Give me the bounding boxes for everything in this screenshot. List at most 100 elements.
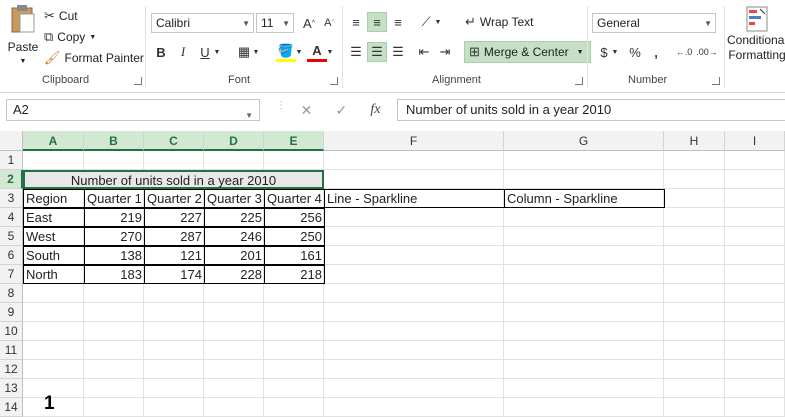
data-cell[interactable]: South <box>23 246 85 265</box>
grid-cell[interactable] <box>84 379 144 398</box>
grid-cell[interactable] <box>204 151 264 170</box>
orientation-dropdown-icon[interactable]: ▼ <box>433 12 443 32</box>
grid-cell[interactable] <box>504 341 664 360</box>
column-header-h[interactable]: H <box>664 131 725 151</box>
row-header-14[interactable]: 14 <box>0 398 23 417</box>
header-cell[interactable]: Quarter 4 <box>264 189 325 208</box>
grid-cell[interactable] <box>664 227 725 246</box>
data-cell[interactable]: North <box>23 265 85 284</box>
merge-center-button[interactable]: ⊞ Merge & Center ▼ <box>464 41 591 63</box>
grid-cell[interactable] <box>725 284 785 303</box>
grid-cell[interactable] <box>23 341 84 360</box>
grid-cell[interactable] <box>324 322 504 341</box>
decrease-indent-icon[interactable]: ⇤ <box>414 42 434 62</box>
grid-cell[interactable] <box>504 322 664 341</box>
grid-cell[interactable] <box>144 284 204 303</box>
header-cell[interactable]: Quarter 1 <box>84 189 145 208</box>
grid-cell[interactable] <box>725 341 785 360</box>
data-cell[interactable]: 227 <box>144 208 205 227</box>
row-header-9[interactable]: 9 <box>0 303 23 322</box>
font-color-icon[interactable]: A <box>307 42 327 62</box>
grid-cell[interactable] <box>264 379 324 398</box>
increase-decimal-icon[interactable]: ←.0 <box>674 42 694 62</box>
font-size-select[interactable]: 11 ▼ <box>256 13 294 33</box>
grid-cell[interactable] <box>504 379 664 398</box>
grid-cell[interactable] <box>725 208 785 227</box>
grid-cell[interactable] <box>324 398 504 417</box>
grid-cell[interactable] <box>664 265 725 284</box>
grid-cell[interactable] <box>504 246 664 265</box>
paste-dropdown-icon[interactable]: ▼ <box>20 58 27 65</box>
grid-cell[interactable] <box>204 341 264 360</box>
column-header-i[interactable]: I <box>725 131 785 151</box>
grid-cell[interactable] <box>23 360 84 379</box>
data-cell[interactable]: East <box>23 208 85 227</box>
data-cell[interactable]: 219 <box>84 208 145 227</box>
grid-cell[interactable] <box>664 360 725 379</box>
number-launcher-icon[interactable] <box>712 77 720 85</box>
grid-cell[interactable] <box>204 303 264 322</box>
column-header-e[interactable]: E <box>264 131 324 151</box>
align-left-icon[interactable]: ☰ <box>346 42 366 62</box>
grid-cell[interactable] <box>504 265 664 284</box>
grid-cell[interactable] <box>84 341 144 360</box>
grid-cell[interactable] <box>725 189 785 208</box>
column-header-g[interactable]: G <box>504 131 664 151</box>
grid-cell[interactable] <box>264 284 324 303</box>
grid-cell[interactable] <box>264 398 324 417</box>
row-header-1[interactable]: 1 <box>0 151 23 170</box>
data-cell[interactable]: 201 <box>204 246 265 265</box>
column-header-f[interactable]: F <box>324 131 504 151</box>
grid-cell[interactable] <box>324 360 504 379</box>
grid-cell[interactable] <box>725 227 785 246</box>
row-header-11[interactable]: 11 <box>0 341 23 360</box>
grid-cell[interactable] <box>144 360 204 379</box>
align-right-icon[interactable]: ☰ <box>388 42 408 62</box>
grid-cell[interactable] <box>144 398 204 417</box>
cut-button[interactable]: ✂ Cut <box>44 8 78 24</box>
grid-cell[interactable] <box>725 322 785 341</box>
grid-cell[interactable] <box>725 265 785 284</box>
grid-cell[interactable] <box>204 322 264 341</box>
data-cell[interactable]: 161 <box>264 246 325 265</box>
grid-cell[interactable] <box>23 303 84 322</box>
row-header-7[interactable]: 7 <box>0 265 23 284</box>
grid-cell[interactable] <box>664 284 725 303</box>
grid-cell[interactable] <box>264 303 324 322</box>
conditional-formatting-button[interactable]: Conditional Formatting <box>727 6 785 62</box>
grid-cell[interactable] <box>504 227 664 246</box>
grid-cell[interactable] <box>725 398 785 417</box>
select-all-corner[interactable] <box>0 131 23 151</box>
column-header-b[interactable]: B <box>84 131 144 151</box>
grid-cell[interactable] <box>84 303 144 322</box>
grid-cell[interactable] <box>264 360 324 379</box>
grid-cell[interactable] <box>504 208 664 227</box>
number-format-select[interactable]: General ▼ <box>592 13 716 33</box>
row-header-8[interactable]: 8 <box>0 284 23 303</box>
alignment-launcher-icon[interactable] <box>575 77 583 85</box>
grid-cell[interactable] <box>504 151 664 170</box>
grid-cell[interactable] <box>664 379 725 398</box>
grid-cell[interactable] <box>725 360 785 379</box>
grid-cell[interactable] <box>23 151 84 170</box>
grid-cell[interactable] <box>664 170 725 189</box>
grid-cell[interactable] <box>204 360 264 379</box>
fill-color-icon[interactable]: 🪣 <box>276 42 296 62</box>
grid-cell[interactable] <box>324 227 504 246</box>
column-header-a[interactable]: A <box>23 131 84 151</box>
grid-cell[interactable] <box>144 303 204 322</box>
grid-cell[interactable] <box>725 246 785 265</box>
align-center-icon[interactable]: ☰ <box>367 42 387 62</box>
align-middle-icon[interactable]: ≡ <box>367 12 387 32</box>
line-sparkline-header[interactable]: Line - Sparkline <box>324 189 505 208</box>
grid-cell[interactable] <box>725 379 785 398</box>
grid-cell[interactable] <box>504 360 664 379</box>
grid-cell[interactable] <box>23 284 84 303</box>
grid-cell[interactable] <box>664 322 725 341</box>
grid-cell[interactable] <box>725 303 785 322</box>
grid-cell[interactable] <box>504 170 664 189</box>
clipboard-launcher-icon[interactable] <box>134 77 142 85</box>
grid-cell[interactable] <box>144 151 204 170</box>
header-cell[interactable]: Region <box>23 189 85 208</box>
italic-button[interactable]: I <box>173 42 193 62</box>
